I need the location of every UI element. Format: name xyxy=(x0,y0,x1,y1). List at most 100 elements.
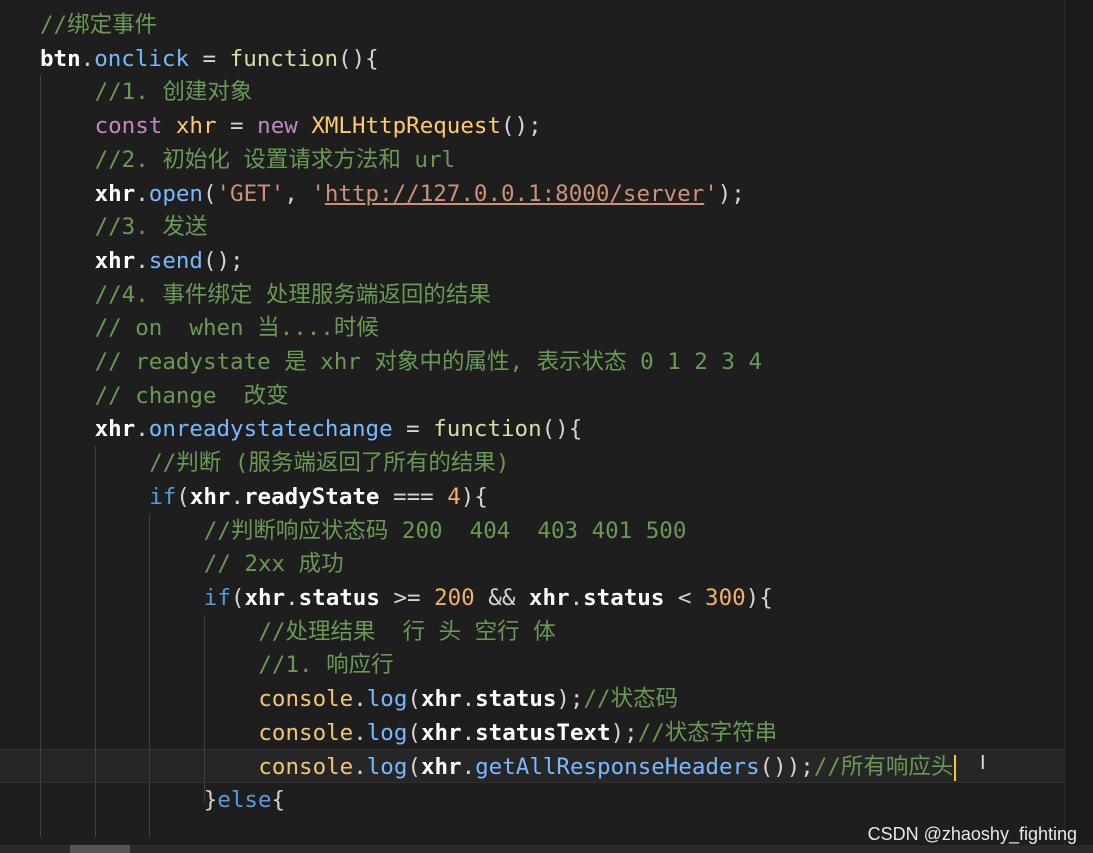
code-text: if(xhr.readyState === 4){ xyxy=(149,480,488,514)
code-line[interactable]: xhr.onreadystatechange = function(){ xyxy=(0,412,1065,446)
code-token: ); xyxy=(556,686,584,712)
code-token: . xyxy=(461,719,476,746)
code-line[interactable]: // readystate 是 xhr 对象中的属性, 表示状态 0 1 2 3… xyxy=(0,345,1065,379)
code-text: //3. 发送 xyxy=(95,210,208,244)
code-line[interactable]: // 2xx 成功 xyxy=(0,547,1065,581)
code-token: //4. 事件绑定 处理服务端返回的结果 xyxy=(94,281,491,308)
code-line[interactable]: if(xhr.readyState === 4){ xyxy=(0,480,1065,514)
code-token: (); xyxy=(501,113,542,140)
code-token: //状态码 xyxy=(583,686,679,712)
code-line[interactable]: //绑定事件 xyxy=(0,8,1065,42)
code-token: ' xyxy=(311,180,325,207)
code-token: xhr xyxy=(420,719,462,746)
code-token: = xyxy=(216,113,258,140)
code-token: // on when 当....时候 xyxy=(94,315,379,342)
code-token: //判断 (服务端返回了所有的结果) xyxy=(149,450,510,477)
code-token: . xyxy=(569,584,584,611)
code-line[interactable]: // change 改变 xyxy=(0,379,1065,413)
code-token: ( xyxy=(407,686,421,712)
code-token: // 2xx 成功 xyxy=(203,551,344,578)
text-cursor-icon: I xyxy=(980,752,986,774)
code-line[interactable]: btn.onclick = function(){ xyxy=(0,42,1065,76)
code-text: const xhr = new XMLHttpRequest(); xyxy=(95,109,542,143)
indent-guide xyxy=(94,446,96,837)
code-token: if xyxy=(203,584,231,611)
code-token: . xyxy=(353,754,367,781)
code-token: status xyxy=(298,584,380,611)
code-text: xhr.open('GET', 'http://127.0.0.1:8000/s… xyxy=(95,177,745,211)
code-line[interactable]: if(xhr.status >= 200 && xhr.status < 300… xyxy=(0,581,1065,615)
code-token: xhr xyxy=(94,247,136,274)
code-token: status xyxy=(475,686,557,712)
code-token: >= xyxy=(379,584,435,611)
code-token: open xyxy=(148,180,203,207)
code-line[interactable]: console.log(xhr.getAllResponseHeaders())… xyxy=(0,749,1065,784)
code-token: (){ xyxy=(338,45,379,72)
code-line[interactable]: console.log(xhr.status);//状态码 xyxy=(0,682,1065,716)
code-token: ()); xyxy=(759,754,814,781)
code-token: statusText xyxy=(475,719,611,746)
code-line[interactable]: //2. 初始化 设置请求方法和 url xyxy=(0,143,1065,177)
code-text: //1. 响应行 xyxy=(258,648,393,682)
code-text: //处理结果 行 头 空行 体 xyxy=(258,615,555,649)
code-text: console.log(xhr.statusText);//状态字符串 xyxy=(258,716,777,750)
code-token: new xyxy=(257,113,312,140)
code-text: //2. 初始化 设置请求方法和 url xyxy=(95,143,455,177)
code-line[interactable]: //1. 创建对象 xyxy=(0,75,1065,109)
code-token: = xyxy=(392,416,434,443)
code-line[interactable]: xhr.open('GET', 'http://127.0.0.1:8000/s… xyxy=(0,177,1065,211)
code-text: xhr.onreadystatechange = function(){ xyxy=(95,412,583,446)
code-token: ( xyxy=(176,483,190,510)
code-token: log xyxy=(366,686,408,712)
code-token: log xyxy=(366,754,408,781)
code-line[interactable]: // on when 当....时候 xyxy=(0,311,1065,345)
code-line[interactable]: xhr.send(); xyxy=(0,244,1065,278)
code-token: //判断响应状态码 200 404 403 401 500 xyxy=(203,517,687,544)
code-token: < xyxy=(664,584,706,611)
code-token: xhr xyxy=(94,180,136,207)
code-token: . xyxy=(230,483,245,510)
code-token: readyState xyxy=(244,483,380,510)
code-token: send xyxy=(148,247,203,274)
indent-guide xyxy=(149,513,151,837)
code-token: ){ xyxy=(745,584,773,611)
code-line[interactable]: const xhr = new XMLHttpRequest(); xyxy=(0,109,1065,143)
code-line[interactable]: }else{ xyxy=(0,783,1065,817)
code-line[interactable]: //1. 响应行 xyxy=(0,648,1065,682)
code-token: = xyxy=(189,45,230,72)
code-token: , xyxy=(284,180,312,207)
code-editor[interactable]: //绑定事件 btn.onclick = function(){ //1. 创建对象… xyxy=(0,0,1065,845)
code-token: . xyxy=(285,584,299,611)
code-text: // 2xx 成功 xyxy=(204,547,344,581)
code-line[interactable]: //判断 (服务端返回了所有的结果) xyxy=(0,446,1065,480)
code-text: //绑定事件 xyxy=(40,8,157,42)
code-token: . xyxy=(135,416,149,443)
code-token: //1. 创建对象 xyxy=(94,79,253,106)
code-token: . xyxy=(135,247,149,274)
code-token: xhr xyxy=(528,584,570,611)
code-text: //判断响应状态码 200 404 403 401 500 xyxy=(204,514,687,548)
code-token: getAllResponseHeaders xyxy=(475,754,760,781)
code-token: && xyxy=(474,584,529,611)
code-text: // change 改变 xyxy=(95,379,289,413)
code-token: else xyxy=(217,787,272,814)
code-text: console.log(xhr.status);//状态码 xyxy=(258,682,678,716)
code-line[interactable]: console.log(xhr.statusText);//状态字符串 xyxy=(0,716,1065,750)
code-token: // change 改变 xyxy=(94,382,289,409)
horizontal-scrollbar-thumb[interactable] xyxy=(70,845,130,853)
code-token: log xyxy=(366,719,408,746)
code-line[interactable]: //4. 事件绑定 处理服务端返回的结果 xyxy=(0,278,1065,312)
code-token: { xyxy=(271,787,286,814)
code-line[interactable]: //3. 发送 xyxy=(0,210,1065,244)
code-token: //所有响应头 xyxy=(813,754,954,781)
vertical-scrollbar[interactable] xyxy=(1064,0,1093,845)
code-token: //2. 初始化 设置请求方法和 url xyxy=(94,146,456,173)
code-token: . xyxy=(353,686,367,712)
code-line[interactable]: //判断响应状态码 200 404 403 401 500 xyxy=(0,514,1065,548)
code-token: // readystate 是 xhr 对象中的属性, 表示状态 0 1 2 3… xyxy=(94,349,763,375)
code-token: xhr xyxy=(420,686,462,712)
horizontal-scrollbar[interactable] xyxy=(0,845,1093,853)
code-line[interactable]: //处理结果 行 头 空行 体 xyxy=(0,615,1065,649)
code-token: . xyxy=(80,45,95,72)
code-text: //1. 创建对象 xyxy=(95,75,253,109)
